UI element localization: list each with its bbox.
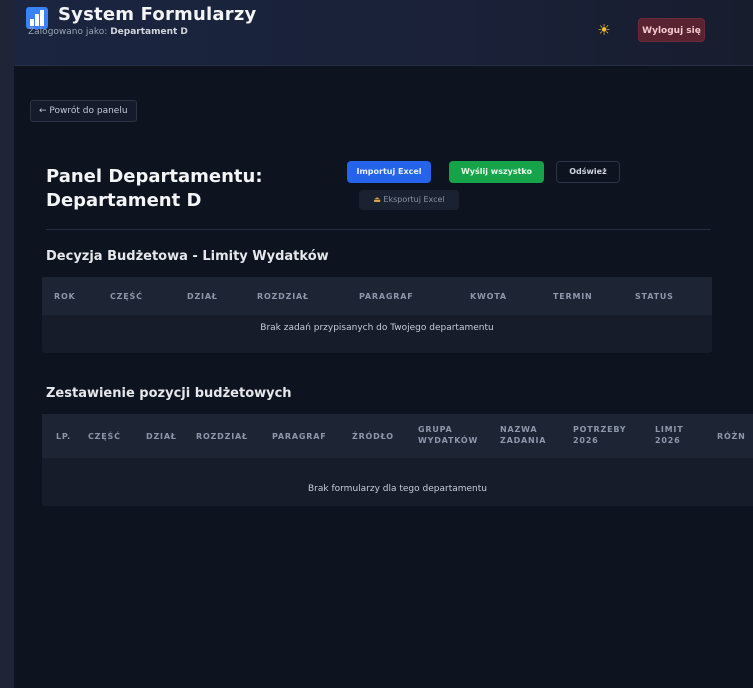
column-header: DZIAŁ xyxy=(146,432,177,441)
budget-items-header: LP. CZĘŚĆ DZIAŁ ROZDZIAŁ PARAGRAF ŹRÓDŁO… xyxy=(42,414,753,458)
budget-items-table: LP. CZĘŚĆ DZIAŁ ROZDZIAŁ PARAGRAF ŹRÓDŁO… xyxy=(42,414,753,506)
column-header: LP. xyxy=(56,432,71,441)
login-prefix: Zalogowano jako: xyxy=(28,27,108,37)
column-header: KWOTA xyxy=(470,292,507,301)
sun-icon[interactable]: ☀ xyxy=(596,22,612,38)
column-header: ŹRÓDŁO xyxy=(352,432,394,441)
export-icon: ⏏ xyxy=(373,195,381,204)
export-excel-button[interactable]: ⏏ Eksportuj Excel xyxy=(359,190,459,210)
page-title: Panel Departamentu: Departament D xyxy=(46,165,263,213)
budget-items-title: Zestawienie pozycji budżetowych xyxy=(46,386,292,401)
section-divider xyxy=(46,229,711,230)
import-excel-button[interactable]: Importuj Excel xyxy=(347,161,431,183)
column-header: PARAGRAF xyxy=(359,292,414,301)
budget-limits-table: ROK CZĘŚĆ DZIAŁ ROZDZIAŁ PARAGRAF KWOTA … xyxy=(42,277,712,353)
export-label: Eksportuj Excel xyxy=(383,195,445,204)
column-header: NAZWA ZADANIA xyxy=(500,425,547,445)
app-header: System Formularzy Zalogowano jako: Depar… xyxy=(14,0,753,66)
column-header: LIMIT 2026 xyxy=(655,425,684,445)
column-header: CZĘŚĆ xyxy=(110,292,143,301)
column-header: ROK xyxy=(54,292,76,301)
column-header: RÓŻN xyxy=(717,432,746,441)
column-header: TERMIN xyxy=(553,292,593,301)
bar-chart-icon xyxy=(26,7,48,29)
logout-button[interactable]: Wyloguj się xyxy=(638,18,705,42)
empty-message: Brak formularzy dla tego departamentu xyxy=(308,484,487,494)
column-header: ROZDZIAŁ xyxy=(196,432,248,441)
column-header: STATUS xyxy=(635,292,674,301)
column-header: ROZDZIAŁ xyxy=(257,292,309,301)
column-header: DZIAŁ xyxy=(187,292,218,301)
budget-limits-header: ROK CZĘŚĆ DZIAŁ ROZDZIAŁ PARAGRAF KWOTA … xyxy=(42,277,712,315)
column-header: CZĘŚĆ xyxy=(88,432,121,441)
column-header: GRUPA WYDATKÓW xyxy=(418,425,479,445)
send-all-button[interactable]: Wyślij wszystko xyxy=(449,161,544,183)
app-title: System Formularzy xyxy=(58,4,257,25)
page-title-line1: Panel Departamentu: xyxy=(46,166,263,187)
app-shell: System Formularzy Zalogowano jako: Depar… xyxy=(14,0,753,688)
page-title-line2: Departament D xyxy=(46,190,202,211)
login-info: Zalogowano jako: Departament D xyxy=(28,27,188,37)
refresh-button[interactable]: Odśwież xyxy=(556,161,620,183)
column-header: PARAGRAF xyxy=(272,432,327,441)
column-header: POTRZEBY 2026 xyxy=(573,425,627,445)
budget-limits-title: Decyzja Budżetowa - Limity Wydatków xyxy=(46,249,329,264)
back-to-panel-button[interactable]: ← Powrót do panelu xyxy=(30,100,137,122)
login-user: Departament D xyxy=(110,27,188,37)
empty-message: Brak zadań przypisanych do Twojego depar… xyxy=(260,323,494,333)
